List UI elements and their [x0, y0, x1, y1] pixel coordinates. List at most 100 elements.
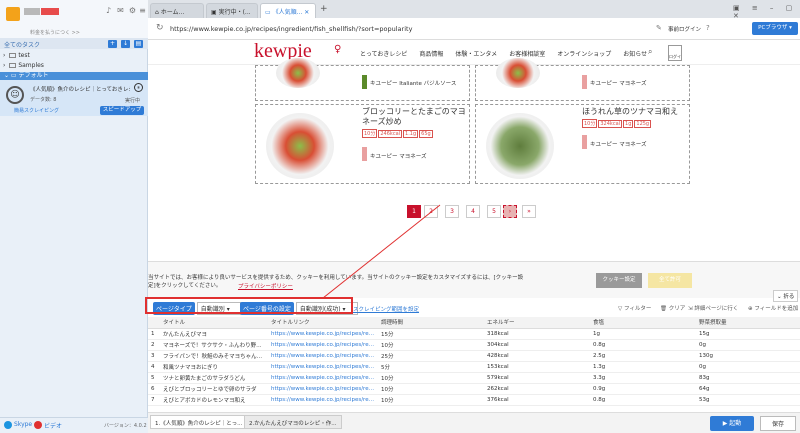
edit-icon[interactable]: ✎	[656, 24, 662, 32]
skype-icon[interactable]	[4, 421, 12, 429]
tab-current[interactable]: ▭ 《人気順... ✕	[260, 3, 316, 18]
result-tab-2[interactable]: 2.かんたんえびマヨのレシピ・作...	[244, 415, 342, 429]
collapse-button[interactable]: ⌄ 折る	[773, 290, 799, 302]
cookie-settings-button[interactable]: クッキー設定	[596, 273, 642, 288]
col-energy[interactable]: エネルギー	[484, 317, 590, 329]
cell-salt: 0.8g	[590, 394, 696, 406]
cell-cook-time: 10分	[378, 394, 484, 406]
table-row[interactable]: 4 和風ツナマヨおにぎり https://www.kewpie.co.jp/reci…	[148, 361, 800, 373]
result-tab-1[interactable]: 1.《人気順》魚介のレシピ｜とっ...	[150, 415, 248, 429]
product-name: キユーピー Italiante バジルソース	[370, 81, 457, 87]
table-row[interactable]: 7 えびとアボカドのレモンマヨ和え https://www.kewpie.co.jp…	[148, 394, 800, 406]
reload-icon[interactable]: ↻	[156, 23, 164, 33]
filter-button[interactable]: ▽ フィルター	[618, 304, 651, 312]
tab-running[interactable]: ▣ 実行中・(...	[206, 3, 258, 18]
help-icon[interactable]: ?	[706, 24, 710, 32]
mail-icon[interactable]: ✉	[116, 6, 125, 15]
settings-icon[interactable]: ⚙	[128, 6, 137, 15]
salt-value: 1g	[623, 120, 634, 128]
login-button[interactable]: ログイン	[668, 45, 682, 81]
row-number: 3	[148, 350, 160, 362]
cell-vegetable: 0g	[696, 339, 800, 351]
col-vegetable[interactable]: 野菜摂取量	[696, 317, 800, 329]
version-label: バージョン：4.0.2	[104, 423, 147, 429]
recipe-image	[486, 113, 554, 179]
new-task-icon[interactable]: +	[108, 40, 117, 48]
user-panel: ♪ ✉ ⚙ ≡ 料金を払うにつく >>	[0, 0, 148, 38]
pause-icon[interactable]: ⏸	[134, 83, 143, 92]
recipe-title[interactable]: ブロッコリーとたまごのマヨネーズ炒め	[362, 107, 467, 127]
video-link[interactable]: ビデオ	[44, 421, 62, 430]
cell-cook-time: 5分	[378, 361, 484, 373]
table-row[interactable]: 1 かんたんえびマヨ https://www.kewpie.co.jp/recipe…	[148, 328, 800, 340]
col-cook-time[interactable]: 調理時間	[378, 317, 484, 329]
nav-shop[interactable]: オンラインショップ	[557, 49, 611, 58]
address-bar: ↻ https://www.kewpie.co.jp/recipes/ingre…	[148, 18, 800, 40]
nav-news[interactable]: お知らせ	[623, 49, 647, 58]
privacy-link[interactable]: プライバシーポリシー	[238, 282, 293, 290]
cell-title: かんたんえびマヨ	[160, 328, 268, 340]
cell-vegetable: 64g	[696, 383, 800, 395]
save-button[interactable]: 保存	[760, 416, 796, 431]
skype-link[interactable]: Skype	[14, 421, 32, 428]
pc-browser-select[interactable]: PCブラウザ ▾	[752, 22, 798, 35]
next-page-button[interactable]: ›	[503, 205, 517, 218]
col-salt[interactable]: 食塩	[590, 317, 696, 329]
clear-button[interactable]: 🗑 クリア	[660, 304, 685, 312]
folder-test[interactable]: › test	[3, 52, 30, 59]
product-name: キユーピー マヨネーズ	[590, 142, 647, 148]
page-4[interactable]: 4	[466, 205, 480, 218]
col-title-link[interactable]: タイトルリンク	[268, 317, 378, 329]
nav-support[interactable]: お客様相談室	[509, 49, 545, 58]
new-tab-icon[interactable]: +	[320, 4, 328, 14]
veg-value: 125g	[634, 120, 652, 128]
recipe-card[interactable]: ほうれん草のツナマヨ和え 10分 324kcal 1g 125g キユーピー マヨネー…	[475, 104, 690, 184]
pre-login-button[interactable]: 事前ログイン	[668, 25, 701, 33]
folder-samples[interactable]: › Samples	[3, 62, 44, 69]
table-row[interactable]: 6 えびとブロッコリーとゆで卵のサラダ https://www.kewpie.co.…	[148, 383, 800, 395]
scrape-range-link[interactable]: スクレイピング範囲を設定	[353, 305, 419, 313]
nav-products[interactable]: 商品情報	[419, 49, 443, 58]
time-value: 10分	[362, 129, 378, 138]
table-row[interactable]: 3 フライパンで！秋鮭のみそマヨちゃんちゃん... https://www.kewp…	[148, 350, 800, 362]
folder-add-icon[interactable]: ▤	[134, 40, 143, 48]
table-row[interactable]: 5 ツナと卵黄たまごのサラダうどん https://www.kewpie.co.jp…	[148, 372, 800, 384]
add-field-button[interactable]: ⊕ フィールドを追加	[748, 304, 798, 312]
import-icon[interactable]: ↓	[121, 40, 130, 48]
cell-title: 和風ツナマヨおにぎり	[160, 361, 268, 373]
nav-entertainment[interactable]: 体験・エンタメ	[455, 49, 497, 58]
detail-page-button[interactable]: ⇲ 詳細ページに行く	[688, 304, 738, 312]
page-5[interactable]: 5	[487, 205, 501, 218]
url-input[interactable]: https://www.kewpie.co.jp/recipes/ingredi…	[170, 25, 412, 33]
video-icon[interactable]	[34, 421, 42, 429]
tab-home[interactable]: ⌂ ホーム...	[150, 3, 204, 18]
start-button[interactable]: ▶ 起動	[710, 416, 754, 431]
upgrade-link[interactable]: 料金を払うにつく >>	[30, 29, 80, 36]
row-number: 5	[148, 372, 160, 384]
bell-icon[interactable]: ♪	[104, 6, 113, 15]
recipe-card[interactable]: キユーピー マヨネーズ	[475, 58, 690, 101]
task-card[interactable]: ☺ 《人気順》魚介のレシピ｜とっておきレシ... ⏸ データ数: 8 実行中 簡…	[0, 80, 148, 116]
cell-cook-time: 10分	[378, 372, 484, 384]
speed-up-button[interactable]: スピードアップ	[100, 106, 144, 115]
browser-viewport: kewpie ♀ とっておきレシピ 商品情報 体験・エンタメ お客様相談室 オン…	[148, 40, 800, 302]
nav-recipes[interactable]: とっておきレシピ	[360, 49, 407, 58]
avatar[interactable]	[6, 7, 20, 21]
search-icon[interactable]: ⌕	[648, 47, 652, 57]
highlight-box	[145, 297, 353, 314]
product-icon	[362, 75, 367, 89]
recipe-title[interactable]: ほうれん草のツナマヨ和え	[582, 107, 687, 117]
cookie-accept-button[interactable]: 全て許可	[648, 273, 692, 288]
cell-cook-time: 10分	[378, 339, 484, 351]
col-title[interactable]: タイトル	[160, 317, 268, 329]
menu-icon[interactable]: ≡	[138, 6, 147, 15]
table-row[interactable]: 2 マヨネーズで！サクサク・ふんわり野菜の... https://www.kewpi…	[148, 339, 800, 351]
folder-default[interactable]: ⌄ ▭ デフォルト	[0, 72, 148, 80]
recipe-card[interactable]: ブロッコリーとたまごのマヨネーズ炒め 10分 246kcal 1.1g 65g キユー…	[255, 104, 470, 184]
recipe-card[interactable]: キユーピー Italiante バジルソース	[255, 58, 470, 101]
annotation-arrow	[314, 204, 441, 306]
row-number: 2	[148, 339, 160, 351]
sidebar: ♪ ✉ ⚙ ≡ 料金を払うにつく >> 全てのタスク + ↓ ▤ › test …	[0, 0, 148, 433]
last-page-button[interactable]: »	[522, 205, 536, 218]
row-number: 1	[148, 328, 160, 340]
